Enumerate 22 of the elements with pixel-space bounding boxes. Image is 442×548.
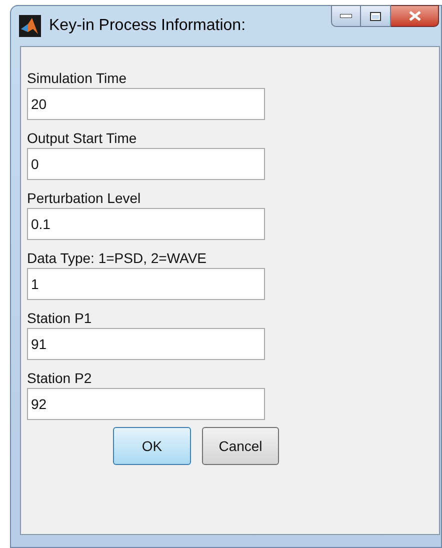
maximize-button[interactable] bbox=[361, 5, 391, 27]
app-icon bbox=[19, 15, 41, 37]
window-title: Key-in Process Information: bbox=[49, 16, 246, 36]
maximize-icon bbox=[370, 12, 381, 20]
input-field[interactable]: 20 bbox=[27, 88, 265, 120]
dialog-button[interactable]: Cancel bbox=[202, 427, 279, 465]
field-label: Data Type: 1=PSD, 2=WAVE bbox=[27, 249, 208, 268]
input-field[interactable]: 1 bbox=[27, 268, 265, 300]
field-label: Station P1 bbox=[27, 309, 93, 328]
dialog-button[interactable]: OK bbox=[113, 427, 191, 465]
close-icon bbox=[408, 11, 420, 21]
minimize-button[interactable] bbox=[331, 5, 361, 27]
input-field[interactable]: 0 bbox=[27, 148, 265, 180]
input-field[interactable]: 0.1 bbox=[27, 208, 265, 240]
field-label: Output Start Time bbox=[27, 129, 138, 148]
minimize-icon bbox=[340, 14, 352, 18]
field-label: Station P2 bbox=[27, 369, 93, 388]
input-field[interactable]: 91 bbox=[27, 328, 265, 360]
field-label: Perturbation Level bbox=[27, 189, 142, 208]
input-field[interactable]: 92 bbox=[27, 388, 265, 420]
field-label: Simulation Time bbox=[27, 69, 128, 88]
close-button[interactable] bbox=[391, 5, 439, 27]
